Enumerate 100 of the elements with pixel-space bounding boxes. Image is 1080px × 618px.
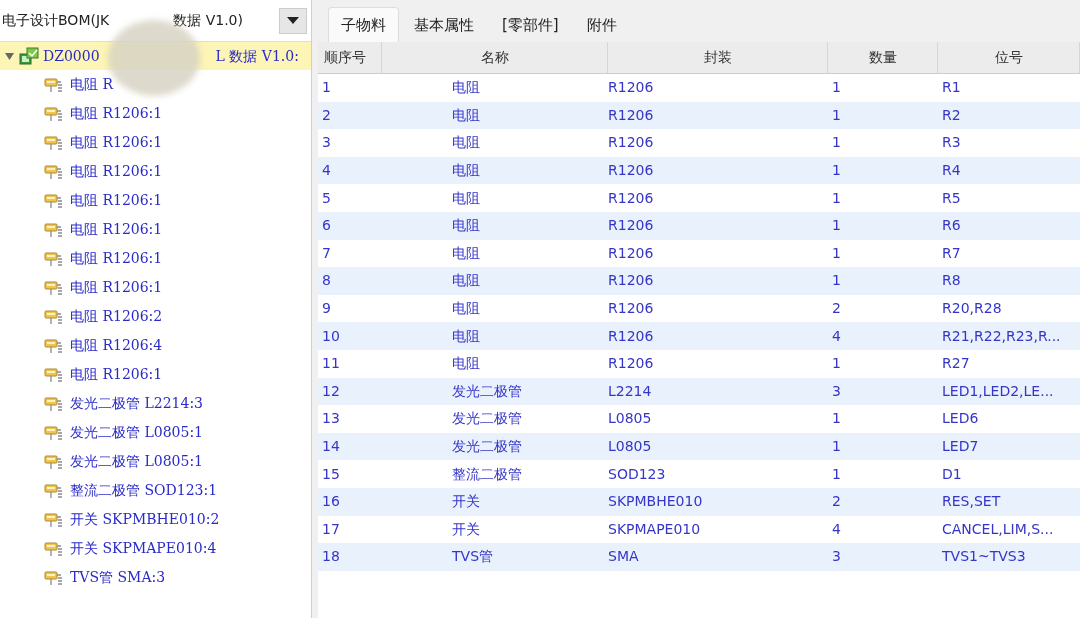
table-cell-text: 电阻 [451, 78, 481, 98]
tab[interactable]: [零部件] [489, 6, 572, 42]
table-cell-text: 2 [831, 492, 842, 512]
table-cell-text: 1 [831, 188, 842, 208]
table-cell-text: 1 [321, 78, 332, 98]
table-cell-text: RES,SET [941, 492, 1002, 512]
table-cell-text: 1 [831, 105, 842, 125]
table-cell-text: 10 [321, 326, 341, 346]
table-cell-text: 整流二极管 [451, 464, 523, 484]
table-cell-text: 电阻 [451, 299, 481, 319]
table-cell-text: R1206 [608, 326, 655, 346]
tree-item-label[interactable]: 发光二极管 L0805:1 [70, 451, 203, 472]
table-cell-text: D1 [941, 464, 963, 484]
table-cell-text: 1 [831, 78, 842, 98]
table-cell-text: 开关 [451, 492, 481, 512]
table-cell-text: R1206 [608, 243, 655, 263]
table-cell-text: R1206 [608, 78, 655, 98]
table-cell-text: R1 [941, 78, 962, 98]
component-icon [44, 336, 64, 355]
component-icon [44, 365, 64, 384]
tree-item-label[interactable]: 开关 SKPMBHE010:2 [70, 509, 220, 530]
table-cell-text: 17 [321, 519, 341, 539]
tree-item-label[interactable]: 电阻 R [70, 74, 113, 95]
table-cell-text: 开关 [451, 519, 481, 539]
tree-item-label[interactable]: 电阻 R1206:2 [70, 306, 163, 327]
tree-item-label[interactable]: 整流二极管 SOD123:1 [70, 480, 218, 501]
table-cell-text: SKPMBHE010 [608, 492, 704, 512]
table-cell-text: 1 [831, 133, 842, 153]
tree-item-label[interactable]: 电阻 R1206:1 [70, 248, 163, 269]
table-cell-text: 发光二极管 [451, 409, 523, 429]
tree-item-label[interactable]: 电阻 R1206:1 [70, 277, 163, 298]
tree-item-label[interactable]: 电阻 R1206:1 [70, 132, 163, 153]
table-cell-text: 3 [321, 133, 332, 153]
table-cell-text: 7 [321, 243, 332, 263]
column-header[interactable]: 数量 [828, 42, 938, 73]
table-cell-text: LED1,LED2,LE... [941, 381, 1055, 401]
table-cell-text: R7 [941, 243, 962, 263]
column-header[interactable]: 位号 [938, 42, 1080, 73]
tree-item-label[interactable]: 电阻 R1206:1 [70, 364, 163, 385]
table-cell-text: 15 [321, 464, 341, 484]
tree-item-label[interactable]: 开关 SKPMAPE010:4 [70, 538, 217, 559]
component-icon [44, 191, 64, 210]
component-icon [44, 133, 64, 152]
tree-item-label[interactable]: 电阻 R1206:1 [70, 103, 163, 124]
column-header[interactable]: 顺序号 [318, 42, 382, 73]
table-cell-text: 电阻 [451, 216, 481, 236]
tab[interactable]: 附件 [573, 6, 630, 42]
column-header[interactable]: 名称 [382, 42, 608, 73]
table-cell-text: 1 [831, 437, 842, 456]
table-cell-text: L0805 [608, 409, 653, 429]
table-cell-text: 1 [831, 271, 842, 291]
table-cell-text: 9 [321, 299, 332, 319]
table-cell-text: R8 [941, 271, 962, 291]
table-cell-text: 1 [831, 464, 842, 484]
tree-item-label[interactable]: 电阻 R1206:1 [70, 219, 163, 240]
tab[interactable]: 子物料 [328, 6, 399, 42]
caret-icon [287, 16, 299, 25]
table-cell-text: R1206 [608, 354, 655, 374]
component-icon [44, 278, 64, 297]
table-cell-text: CANCEL,LIM,S... [941, 519, 1055, 539]
table-cell-text: 18 [321, 547, 341, 567]
tree-item-label[interactable]: 电阻 R1206:1 [70, 161, 163, 182]
table-cell-text: 电阻 [451, 243, 481, 263]
table-cell-text: 1 [831, 161, 842, 181]
table-cell-text: 电阻 [451, 133, 481, 153]
table-cell-text: 5 [321, 188, 332, 208]
table-cell-text: 13 [321, 409, 341, 429]
tree-item-label[interactable]: 发光二极管 L2214:3 [70, 393, 203, 414]
column-header[interactable]: 封装 [608, 42, 828, 73]
table-cell-text: R1206 [608, 133, 655, 153]
table-cell-text: R27 [941, 354, 971, 374]
component-icon [44, 394, 64, 413]
table-cell-text: L2214 [608, 381, 653, 401]
table-cell-text: 1 [831, 409, 842, 429]
table-cell-text: 6 [321, 216, 332, 236]
component-icon [44, 452, 64, 471]
table-cell-text: 3 [831, 381, 842, 401]
dropdown-button[interactable] [279, 7, 307, 34]
selector-text: 数据 V1.0) [173, 11, 243, 30]
component-icon [44, 75, 64, 94]
table-cell-text: 电阻 [451, 161, 481, 181]
table-cell-text: R21,R22,R23,R... [941, 326, 1062, 346]
tree-item-label[interactable]: 电阻 R1206:1 [70, 190, 163, 211]
table-cell-text: 电阻 [451, 326, 481, 346]
tree-item-label[interactable]: TVS管 SMA:3 [70, 567, 166, 588]
table-cell-text: SMA [608, 547, 640, 567]
table-cell-text: 电阻 [451, 271, 481, 291]
table-cell-text: 12 [321, 381, 341, 401]
table-cell-text: 11 [321, 354, 341, 374]
tree-item-label[interactable]: 电阻 R1206:4 [70, 335, 163, 356]
table-cell-text: 1 [831, 216, 842, 236]
component-icon [44, 539, 64, 558]
table-cell-text: R3 [941, 133, 962, 153]
table-cell-text: 发光二极管 [451, 437, 523, 456]
tab[interactable]: 基本属性 [401, 6, 487, 42]
expanded-arrow-icon [4, 50, 15, 62]
component-icon [44, 249, 64, 268]
table-cell-text: R2 [941, 105, 962, 125]
table-cell-text: 2 [831, 299, 842, 319]
tree-item-label[interactable]: 发光二极管 L0805:1 [70, 422, 203, 443]
